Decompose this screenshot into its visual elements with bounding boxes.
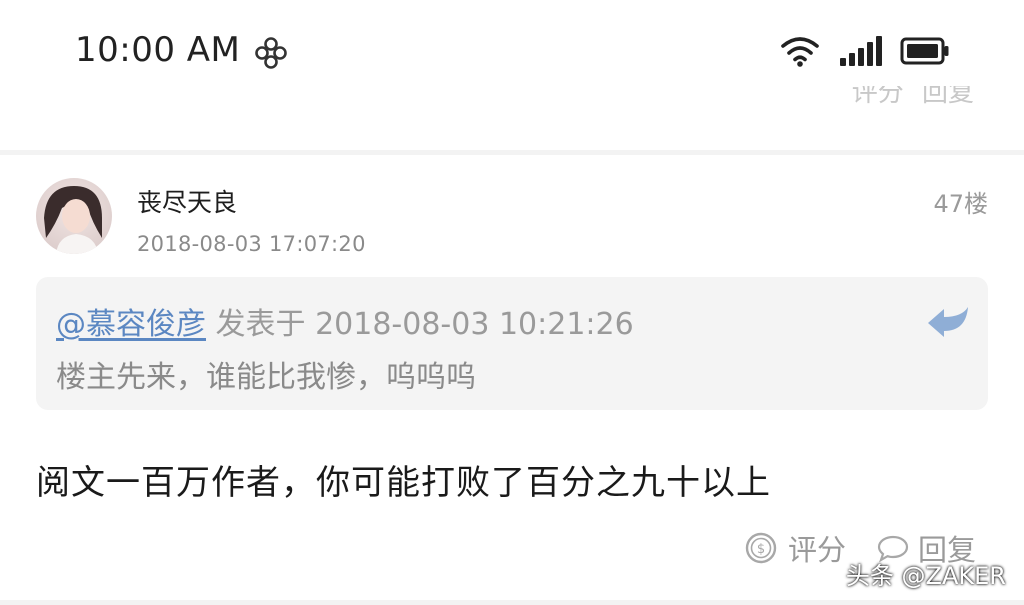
source-watermark: 头条 @ZAKER [845,562,1006,590]
status-bar: 10:00 AM [0,0,1024,100]
avatar[interactable] [36,178,112,254]
signal-icon [840,36,882,66]
status-time: 10:00 AM [75,30,241,70]
post-timestamp: 2018-08-03 17:07:20 [137,232,366,256]
floor-number: 47楼 [933,190,988,218]
quote-meta: 发表于 2018-08-03 10:21:26 [206,307,634,342]
quote-text: 楼主先来，谁能比我惨，呜呜呜 [56,360,476,395]
rate-button[interactable]: $ 评分 [744,527,846,569]
battery-icon [900,37,949,65]
carrier-icon [255,37,287,69]
reply-arrow-icon[interactable] [926,303,970,339]
rate-label: 评分 [787,533,846,567]
previous-reply-button[interactable]: 回复 [922,86,974,109]
quoted-reply: @慕容俊彦 发表于 2018-08-03 10:21:26 楼主先来，谁能比我惨… [36,277,988,410]
post-username[interactable]: 丧尽天良 [137,183,237,219]
bottom-divider [0,600,1024,605]
quoted-user-link[interactable]: @慕容俊彦 [56,307,206,342]
quote-header: @慕容俊彦 发表于 2018-08-03 10:21:26 [56,299,634,343]
post-body: 阅文一百万作者，你可能打败了百分之九十以上 [36,463,771,503]
previous-rate-button[interactable]: 评分 [852,86,904,109]
previous-post-actions: 评分 回复 [842,86,974,112]
svg-text:$: $ [757,542,765,557]
post-divider [0,150,1024,155]
wifi-icon [781,37,819,67]
coin-icon: $ [745,532,777,564]
